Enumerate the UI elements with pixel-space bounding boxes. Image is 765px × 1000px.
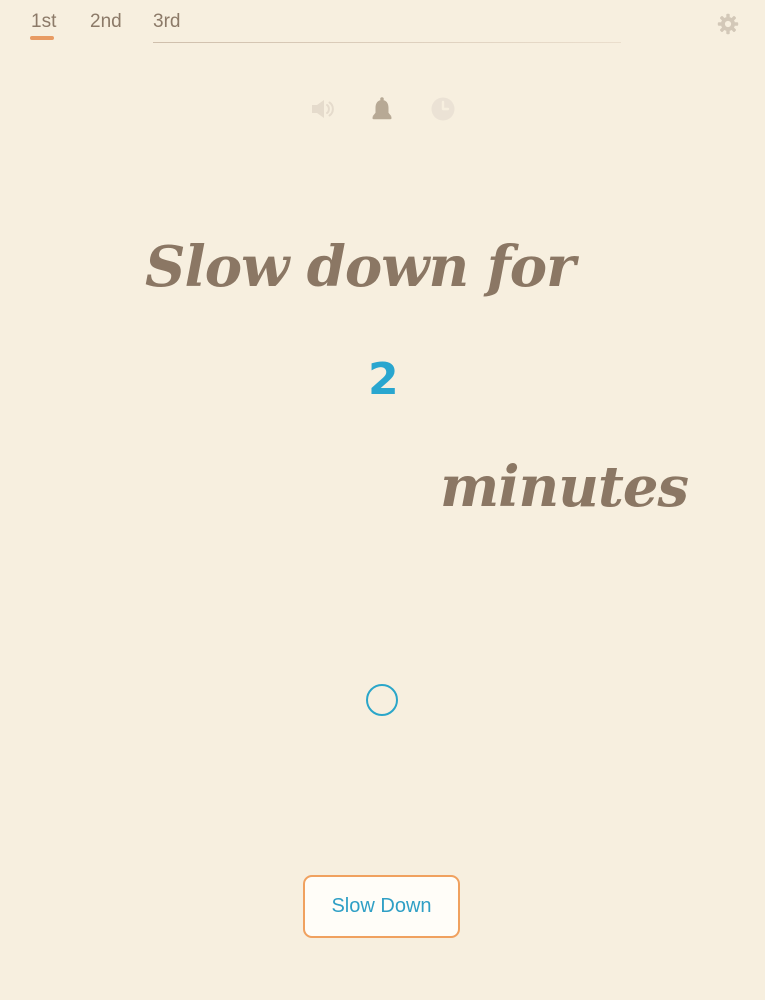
active-tab-indicator [30, 36, 54, 40]
tab-divider [153, 42, 621, 43]
slow-down-button[interactable]: Slow Down [303, 875, 460, 938]
tab-1st[interactable]: 1st [31, 10, 56, 34]
bell-icon-svg [372, 97, 392, 120]
clock-icon-svg [431, 97, 455, 121]
bell-icon[interactable] [368, 95, 396, 123]
speaker-icon[interactable] [309, 95, 337, 123]
speaker-icon-svg [312, 100, 334, 118]
gear-icon[interactable] [716, 12, 740, 36]
minutes-value: 2 [368, 354, 399, 405]
tab-3rd[interactable]: 3rd [153, 10, 180, 34]
clock-icon[interactable] [429, 95, 457, 123]
circle-progress-icon [366, 684, 398, 716]
tab-bar: 1st 2nd 3rd [0, 0, 765, 60]
tab-2nd[interactable]: 2nd [90, 10, 122, 34]
gear-icon-svg [717, 13, 739, 35]
minutes-label: minutes [440, 454, 689, 520]
headline-text: Slow down for [145, 234, 576, 300]
